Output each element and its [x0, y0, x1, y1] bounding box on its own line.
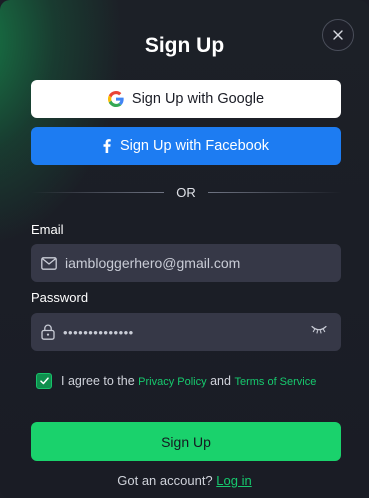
privacy-policy-link[interactable]: Privacy Policy — [138, 376, 206, 388]
signup-submit-label: Sign Up — [161, 433, 211, 450]
terms-text: I agree to the Privacy Policy and Terms … — [61, 374, 316, 388]
terms-checkbox[interactable] — [36, 373, 52, 389]
terms-middle: and — [210, 374, 231, 388]
or-divider: OR — [31, 183, 341, 201]
lock-icon — [41, 324, 55, 340]
signup-dialog: Sign Up Sign Up with Google Sign Up with… — [0, 0, 369, 498]
email-field[interactable]: iambloggerhero@gmail.com — [31, 244, 341, 282]
email-value: iambloggerhero@gmail.com — [65, 255, 241, 271]
google-signup-button[interactable]: Sign Up with Google — [31, 80, 341, 118]
divider-line-right — [207, 191, 341, 193]
terms-prefix: I agree to the — [61, 374, 135, 388]
checkmark-icon — [39, 377, 49, 385]
google-icon — [107, 91, 124, 107]
mail-icon — [41, 256, 57, 270]
eye-closed-icon[interactable] — [311, 325, 327, 334]
password-label: Password — [31, 290, 89, 305]
facebook-icon — [103, 139, 111, 153]
login-prompt: Got an account? Log in — [0, 473, 369, 488]
terms-agreement: I agree to the Privacy Policy and Terms … — [36, 372, 316, 390]
google-signup-label: Sign Up with Google — [131, 91, 265, 107]
login-link[interactable]: Log in — [216, 473, 251, 488]
divider-line-left — [31, 191, 165, 193]
signup-submit-button[interactable]: Sign Up — [31, 422, 341, 461]
divider-text: OR — [176, 184, 196, 200]
facebook-signup-button[interactable]: Sign Up with Facebook — [31, 127, 341, 165]
facebook-signup-label: Sign Up with Facebook — [119, 138, 270, 154]
password-field[interactable]: •••••••••••••• — [31, 313, 341, 351]
dialog-title: Sign Up — [144, 34, 225, 57]
terms-of-service-link[interactable]: Terms of Service — [234, 376, 316, 388]
email-label: Email — [31, 222, 64, 237]
login-question: Got an account? — [117, 473, 213, 488]
password-value: •••••••••••••• — [63, 324, 134, 340]
